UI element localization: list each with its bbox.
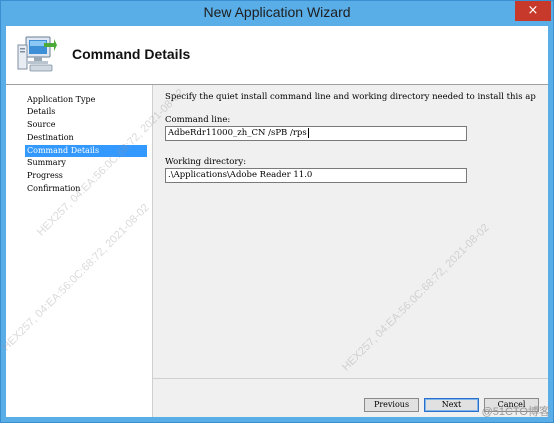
watermark-badge: @51CTO博客: [481, 406, 550, 418]
nav-item-application-type[interactable]: Application Type: [25, 94, 147, 106]
text-caret: [307, 127, 309, 138]
nav-item-destination[interactable]: Destination: [25, 132, 147, 144]
nav-item-progress[interactable]: Progress: [25, 170, 147, 182]
wizard-header: Command Details: [6, 26, 548, 85]
nav-item-command-details[interactable]: Command Details: [25, 145, 147, 157]
wizard-window: New Application Wizard × Command Details…: [0, 0, 554, 423]
previous-button[interactable]: Previous: [364, 398, 419, 412]
wizard-steps: Application Type Details Source Destinat…: [6, 85, 153, 417]
window-title: New Application Wizard: [203, 4, 351, 20]
nav-item-summary[interactable]: Summary: [25, 157, 147, 169]
command-line-label: Command line:: [165, 115, 231, 125]
footer-divider: [153, 378, 548, 379]
working-directory-value: .\Applications\Adobe Reader 11.0: [168, 170, 313, 180]
computer-install-icon: [17, 36, 57, 72]
page-title: Command Details: [72, 46, 191, 62]
command-line-input[interactable]: AdbeRdr11000_zh_CN /sPB /rps: [165, 126, 467, 141]
wizard-content: Specify the quiet install command line a…: [153, 85, 548, 417]
working-directory-input[interactable]: .\Applications\Adobe Reader 11.0: [165, 168, 467, 183]
next-button[interactable]: Next: [424, 398, 479, 412]
title-bar[interactable]: New Application Wizard ×: [1, 1, 553, 25]
instructions-text: Specify the quiet install command line a…: [165, 92, 536, 102]
nav-item-source[interactable]: Source: [25, 119, 147, 131]
wizard-body: Application Type Details Source Destinat…: [6, 85, 548, 417]
close-button[interactable]: ×: [515, 1, 551, 21]
working-directory-label: Working directory:: [165, 157, 247, 167]
wizard-client: Command Details Application Type Details…: [6, 26, 548, 417]
nav-item-confirmation[interactable]: Confirmation: [25, 183, 147, 195]
nav-item-details[interactable]: Details: [25, 106, 147, 118]
command-line-value: AdbeRdr11000_zh_CN /sPB /rps: [168, 128, 307, 138]
